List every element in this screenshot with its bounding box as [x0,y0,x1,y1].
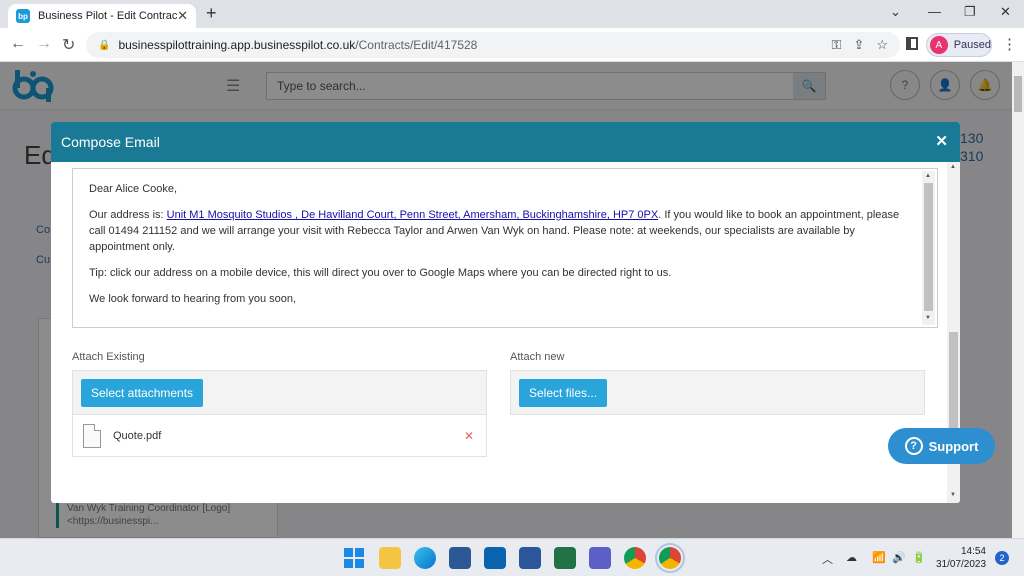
select-attachments-button[interactable]: Select attachments [81,379,204,407]
new-tab-icon[interactable]: + [206,3,217,24]
battery-icon[interactable]: 🔋 [912,551,926,564]
windows-start-icon[interactable] [343,547,365,569]
file-explorer-icon[interactable] [379,547,401,569]
email-greeting: Dear Alice Cooke, [89,183,178,195]
question-icon: ? [904,437,923,455]
attach-existing-label: Attach Existing [72,351,145,363]
attach-new-label: Attach new [510,351,565,363]
attachment-file-name: Quote.pdf [113,429,162,442]
lock-icon[interactable]: 🔒 [98,40,110,51]
scroll-down-icon[interactable]: ▼ [925,315,931,321]
side-panel-icon[interactable] [906,37,918,50]
profile-status: Paused [953,39,991,51]
volume-icon[interactable]: 🔊 [892,551,906,564]
minimize-icon[interactable]: — [928,4,941,19]
tab-title: Business Pilot - Edit Contract [38,10,178,22]
compose-email-modal: Compose Email ✕ Dear Alice Cooke, Our ad… [51,122,960,503]
modal-title: Compose Email [61,134,160,150]
email-body-editor[interactable]: Dear Alice Cooke, Our address is: Unit M… [72,168,938,328]
chrome-profile-icon[interactable] [655,543,685,573]
teams-icon[interactable] [589,547,611,569]
wifi-icon[interactable]: 📶 [872,551,886,564]
bookmark-star-icon[interactable]: ☆ [876,37,888,53]
outlook-icon[interactable] [484,547,506,569]
select-files-button[interactable]: Select files... [519,379,608,407]
email-address-paragraph: Our address is: Unit M1 Mosquito Studios… [89,207,909,255]
forward-icon[interactable]: → [36,35,52,53]
pdf-file-icon [83,423,101,448]
url-input[interactable]: 🔒 businesspilottraining.app.businesspilo… [86,32,900,58]
modal-scroll-up-icon[interactable]: ▲ [950,164,956,170]
chrome-icon[interactable] [624,547,646,569]
taskbar-time: 14:54 [960,546,986,557]
avatar: A [930,36,948,54]
word-icon[interactable] [519,547,541,569]
taskbar: ︿ ☁ 📶 🔊 🔋 14:54 31/07/2023 2 [0,538,1024,576]
page-scrollbar[interactable] [1012,62,1024,538]
favicon: bp [16,9,30,23]
back-icon[interactable]: ← [10,35,26,53]
tray-chevron-up-icon[interactable]: ︿ [822,551,833,567]
modal-scroll-down-icon[interactable]: ▼ [950,492,956,498]
close-icon[interactable]: ✕ [935,132,948,150]
tab-close-icon[interactable]: ✕ [177,8,188,24]
edge-icon[interactable] [414,547,436,569]
taskbar-date: 31/07/2023 [936,559,987,570]
notification-badge[interactable]: 2 [995,551,1009,565]
browser-tab-bar: bp Business Pilot - Edit Contract ✕ + ⌄ … [0,0,1024,28]
scroll-up-icon[interactable]: ▲ [925,173,931,179]
chevron-down-icon[interactable]: ⌄ [890,4,901,20]
page-scroll-thumb[interactable] [1014,76,1022,112]
url-host: businesspilottraining.app.businesspilot.… [118,38,356,52]
attach-new-box: Select files... [510,370,925,415]
browser-tab[interactable]: bp Business Pilot - Edit Contract ✕ [8,4,196,28]
onedrive-icon[interactable]: ☁ [846,551,857,564]
attachment-item: Quote.pdf ✕ [72,415,487,457]
key-icon[interactable]: ⚿ [832,37,842,53]
support-label: Support [928,438,979,454]
app-viewport: ☰ Type to search... 🔍 ? 👤 🔔 Ed 130 310 C… [0,62,1012,538]
window-close-icon[interactable]: ✕ [1000,4,1011,20]
modal-body: Dear Alice Cooke, Our address is: Unit M… [51,162,960,503]
share-icon[interactable]: ⇪ [853,37,864,53]
profile-button[interactable]: A Paused [926,33,992,57]
address-link[interactable]: Unit M1 Mosquito Studios , De Havilland … [167,209,659,221]
url-path: /Contracts/Edit/417528 [355,38,478,52]
restore-icon[interactable]: ❐ [964,4,976,20]
remove-attachment-icon[interactable]: ✕ [464,429,474,443]
taskbar-clock[interactable]: 14:54 31/07/2023 [936,545,986,571]
support-button[interactable]: ? Support [888,428,995,464]
address-bar: ← → ↻ 🔒 businesspilottraining.app.busine… [0,28,1024,62]
address-prefix: Our address is: [89,209,167,221]
editor-scroll-thumb[interactable] [924,183,933,311]
excel-icon[interactable] [554,547,576,569]
attach-existing-box: Select attachments [72,370,487,415]
store-icon[interactable] [449,547,471,569]
more-menu-icon[interactable]: ⋮ [1002,35,1017,53]
editor-scrollbar[interactable]: ▲ ▼ [922,171,935,325]
email-tip: Tip: click our address on a mobile devic… [89,267,672,279]
modal-header: Compose Email ✕ [51,122,960,162]
email-closing: We look forward to hearing from you soon… [89,293,297,305]
reload-icon[interactable]: ↻ [62,35,75,55]
